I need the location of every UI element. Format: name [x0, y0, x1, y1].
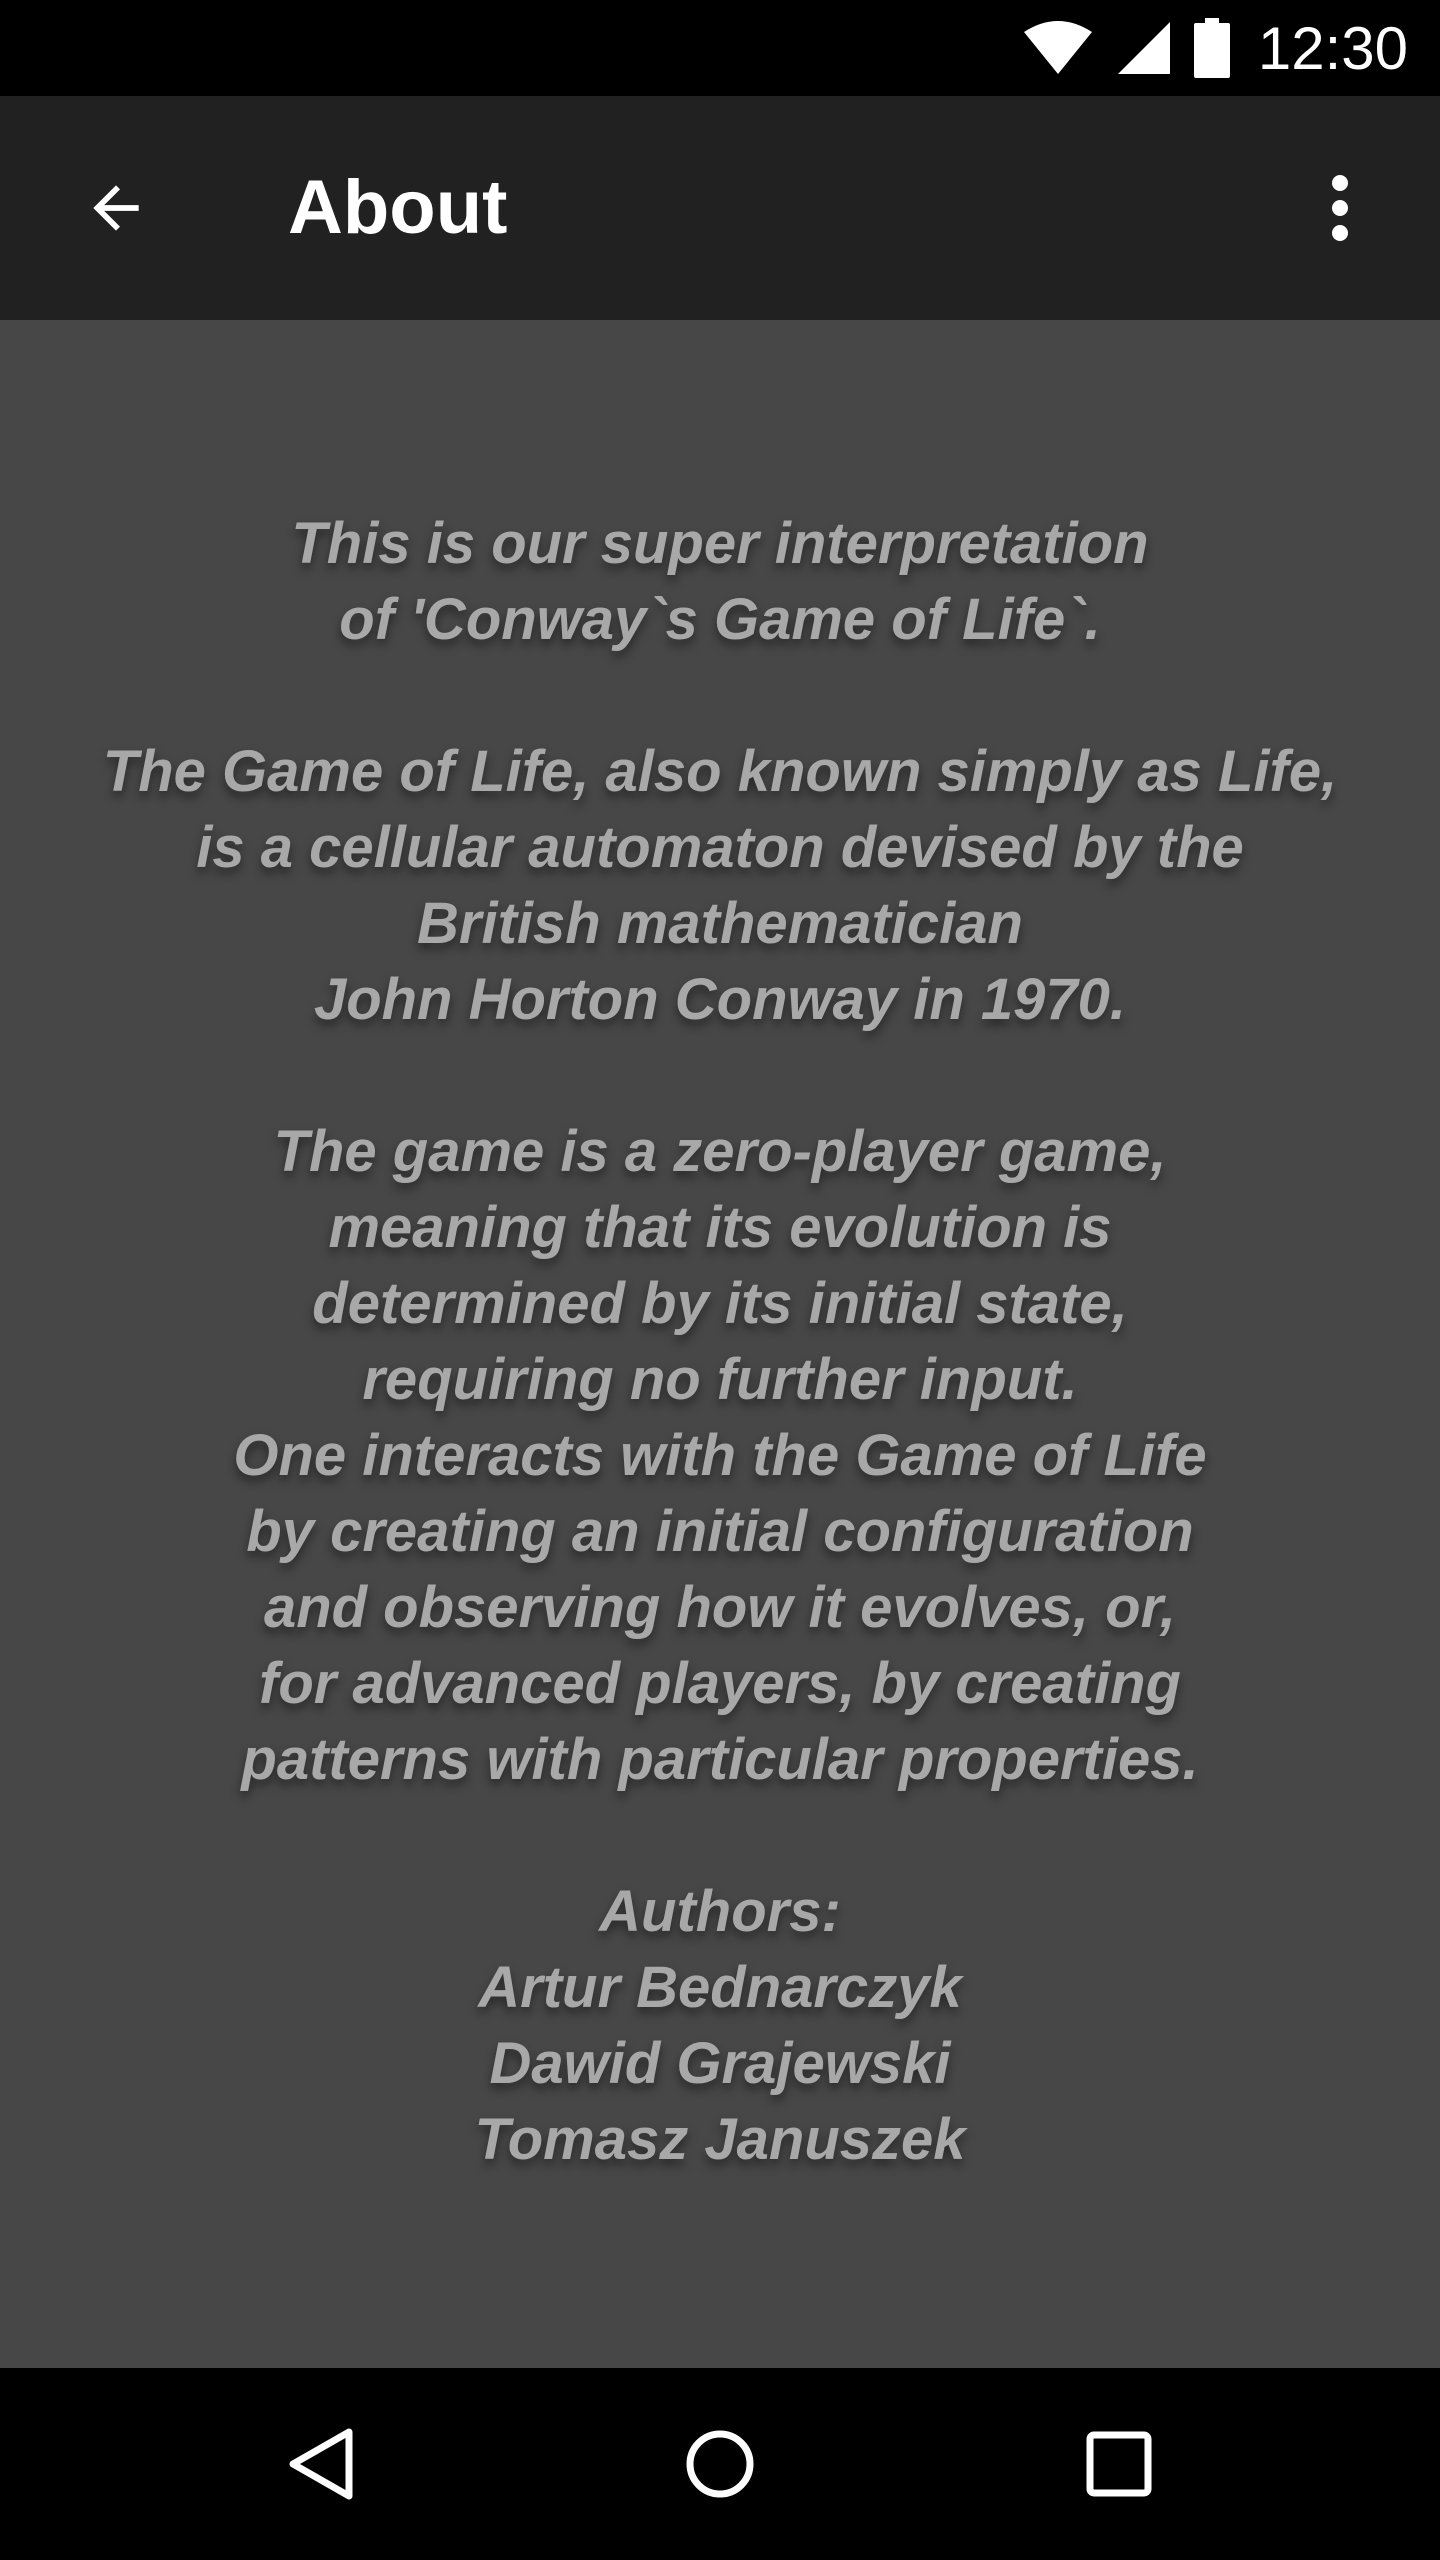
about-line	[0, 1798, 1440, 1874]
nav-home-icon	[686, 2430, 754, 2498]
author-name: Dawid Grajewski	[489, 2031, 951, 2096]
about-line: and observing how it evolves, or,	[263, 1575, 1177, 1640]
nav-back-icon	[289, 2428, 353, 2500]
about-line: for advanced players, by creating	[259, 1651, 1181, 1716]
app-bar: About	[0, 96, 1440, 320]
navigation-bar	[0, 2368, 1440, 2560]
arrow-back-icon	[93, 185, 139, 231]
nav-home-button[interactable]	[660, 2404, 780, 2524]
author-name: Tomasz Januszek	[474, 2107, 966, 2172]
back-button[interactable]	[60, 152, 172, 264]
about-line: patterns with particular properties.	[241, 1727, 1199, 1792]
about-line: requiring no further input.	[362, 1347, 1078, 1412]
status-bar: 12:30	[0, 0, 1440, 96]
more-vert-icon	[1332, 175, 1348, 241]
nav-back-button[interactable]	[261, 2404, 381, 2524]
status-icons: 12:30	[1022, 0, 1408, 96]
nav-recents-icon	[1086, 2431, 1152, 2497]
author-name: Artur Bednarczyk	[478, 1955, 962, 2020]
page-title: About	[288, 165, 508, 250]
about-line: by creating an initial configuration	[246, 1499, 1194, 1564]
authors-heading: Authors:	[599, 1879, 841, 1944]
about-line	[0, 1038, 1440, 1114]
about-content: This is our super interpretation of 'Con…	[0, 320, 1440, 2368]
about-line: determined by its initial state,	[312, 1271, 1128, 1336]
about-text: This is our super interpretation of 'Con…	[0, 506, 1440, 2178]
nav-recents-button[interactable]	[1059, 2404, 1179, 2524]
about-line: The game is a zero-player game,	[273, 1119, 1167, 1184]
about-line: meaning that its evolution is	[328, 1195, 1112, 1260]
about-line: One interacts with the Game of Life	[233, 1423, 1207, 1488]
about-line: of 'Conway`s Game of Life`.	[339, 587, 1101, 652]
about-line: British mathematician	[417, 891, 1023, 956]
status-time: 12:30	[1257, 14, 1408, 82]
about-line: This is our super interpretation	[291, 511, 1149, 576]
about-line: The Game of Life, also known simply as L…	[102, 739, 1338, 804]
battery-icon	[1193, 18, 1230, 78]
about-line: John Horton Conway in 1970.	[313, 967, 1127, 1032]
overflow-menu-button[interactable]	[1284, 152, 1396, 264]
wifi-icon	[1023, 21, 1092, 74]
about-line	[0, 658, 1440, 734]
about-line: is a cellular automaton devised by the	[196, 815, 1244, 880]
cellular-signal-icon	[1117, 22, 1170, 74]
